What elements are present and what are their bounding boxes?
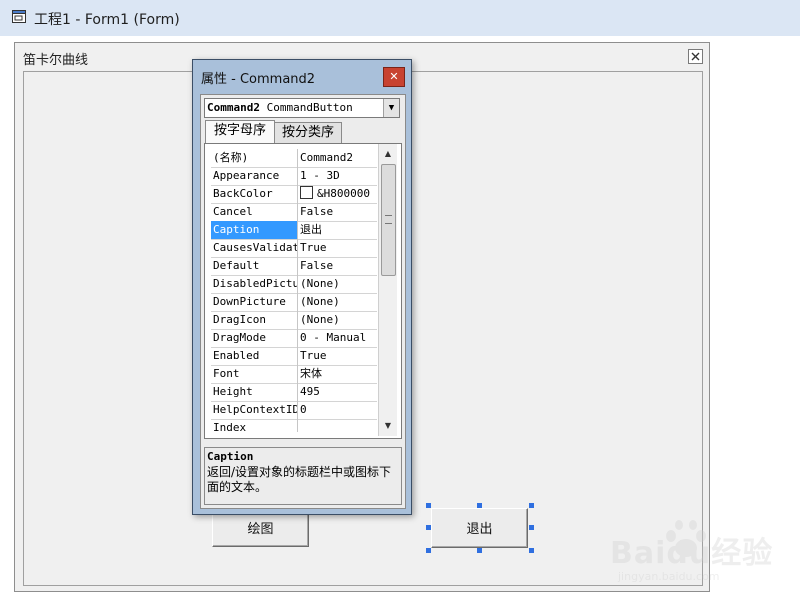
property-value[interactable]: False [299,203,377,221]
property-value[interactable]: 宋体 [299,365,377,383]
close-icon: ✕ [389,70,399,83]
property-name: BackColor [211,185,298,203]
chevron-down-icon[interactable]: ▼ [383,99,399,117]
property-row[interactable]: DragMode 0 - Manual [211,329,377,348]
properties-body: Command2 CommandButton ▼ 按字母序 按分类序 (名称) C… [200,94,406,509]
property-row[interactable]: BackColor &H800000 [211,185,377,204]
scroll-thumb[interactable] [381,164,396,276]
resize-handle[interactable] [426,503,431,508]
property-name: Index [211,419,298,432]
property-row[interactable]: Appearance 1 - 3D [211,167,377,186]
resize-handle[interactable] [426,525,431,530]
property-grid: (名称) Command2 Appearance 1 - 3D BackColor &… [204,143,402,439]
property-name: Font [211,365,298,383]
property-value[interactable]: 0 - Manual [299,329,377,347]
property-value[interactable]: (None) [299,275,377,293]
resize-handle[interactable] [529,503,534,508]
property-name: DragIcon [211,311,298,329]
watermark-logo: Baidu经验 jingyan.baidu.com [610,516,790,596]
property-name: HelpContextID [211,401,298,419]
description-name: Caption [207,450,254,463]
property-name: Enabled [211,347,298,365]
property-value[interactable]: True [299,347,377,365]
scroll-down-icon[interactable]: ▼ [380,418,396,434]
property-value[interactable]: 495 [299,383,377,401]
close-icon[interactable] [688,49,703,64]
property-name: CausesValidation [211,239,298,257]
properties-close-button[interactable]: ✕ [383,67,405,87]
property-row[interactable]: Font 宋体 [211,365,377,384]
object-selector[interactable]: Command2 CommandButton ▼ [204,98,400,118]
property-name: Cancel [211,203,298,221]
resize-handle[interactable] [529,525,534,530]
property-value[interactable]: 1 - 3D [299,167,377,185]
property-row[interactable]: HelpContextID 0 [211,401,377,420]
grip-icon [385,215,392,224]
property-value[interactable]: (None) [299,311,377,329]
backcolor-value: &H800000 [317,187,370,200]
tab-categorized[interactable]: 按分类序 [274,122,342,143]
scroll-up-icon[interactable]: ▲ [380,146,396,162]
property-value[interactable]: 0 [299,401,377,419]
property-row[interactable]: DragIcon (None) [211,311,377,330]
property-row[interactable]: (名称) Command2 [211,149,377,168]
property-row[interactable]: Cancel False [211,203,377,222]
draw-button-label: 绘图 [247,522,274,537]
property-row[interactable]: Index [211,419,377,432]
property-value[interactable]: Command2 [299,149,377,167]
property-row-selected[interactable]: Caption 退出 [211,221,377,240]
property-name: Appearance [211,167,298,185]
ide-title-bar: 工程1 - Form1 (Form) [0,0,800,37]
property-row[interactable]: Height 495 [211,383,377,402]
property-row[interactable]: Enabled True [211,347,377,366]
exit-button-label: 退出 [466,522,493,537]
property-value[interactable]: &H800000 [299,185,377,203]
object-name: Command2 [207,101,260,114]
property-name: (名称) [211,149,298,167]
watermark-brand: Baidu经验 [610,536,774,571]
property-row[interactable]: CausesValidationTrue [211,239,377,258]
property-name: DragMode [211,329,298,347]
resize-handle[interactable] [426,548,431,553]
tab-alphabetic[interactable]: 按字母序 [205,120,275,144]
property-value[interactable]: (None) [299,293,377,311]
property-name: DisabledPicture [211,275,298,293]
property-row[interactable]: Default False [211,257,377,276]
resize-handle[interactable] [529,548,534,553]
properties-title: 属性 - Command2 [201,72,316,87]
exit-button[interactable]: 退出 [431,508,528,548]
form-caption: 笛卡尔曲线 [23,53,89,68]
resize-handle[interactable] [477,503,482,508]
form-icon [12,10,26,23]
object-type: CommandButton [266,101,353,114]
ide-window-title: 工程1 - Form1 (Form) [34,12,180,28]
color-swatch [300,186,313,199]
properties-window[interactable]: 属性 - Command2 ✕ Command2 CommandButton ▼… [192,59,412,515]
property-name: Default [211,257,298,275]
property-name: Caption [211,221,298,239]
property-scrollbar[interactable]: ▲ ▼ [378,144,397,436]
watermark-url: jingyan.baidu.com [618,570,720,583]
property-row[interactable]: DownPicture (None) [211,293,377,312]
property-value[interactable]: False [299,257,377,275]
property-value[interactable] [299,419,377,432]
property-row[interactable]: DisabledPicture(None) [211,275,377,294]
property-description: Caption 返回/设置对象的标题栏中或图标下面的文本。 [204,447,402,505]
description-text: 返回/设置对象的标题栏中或图标下面的文本。 [207,465,392,494]
property-name: Height [211,383,298,401]
property-value[interactable]: 退出 [299,221,377,239]
resize-handle[interactable] [477,548,482,553]
property-list: (名称) Command2 Appearance 1 - 3D BackColor &… [211,149,377,432]
property-name: DownPicture [211,293,298,311]
property-value[interactable]: True [299,239,377,257]
